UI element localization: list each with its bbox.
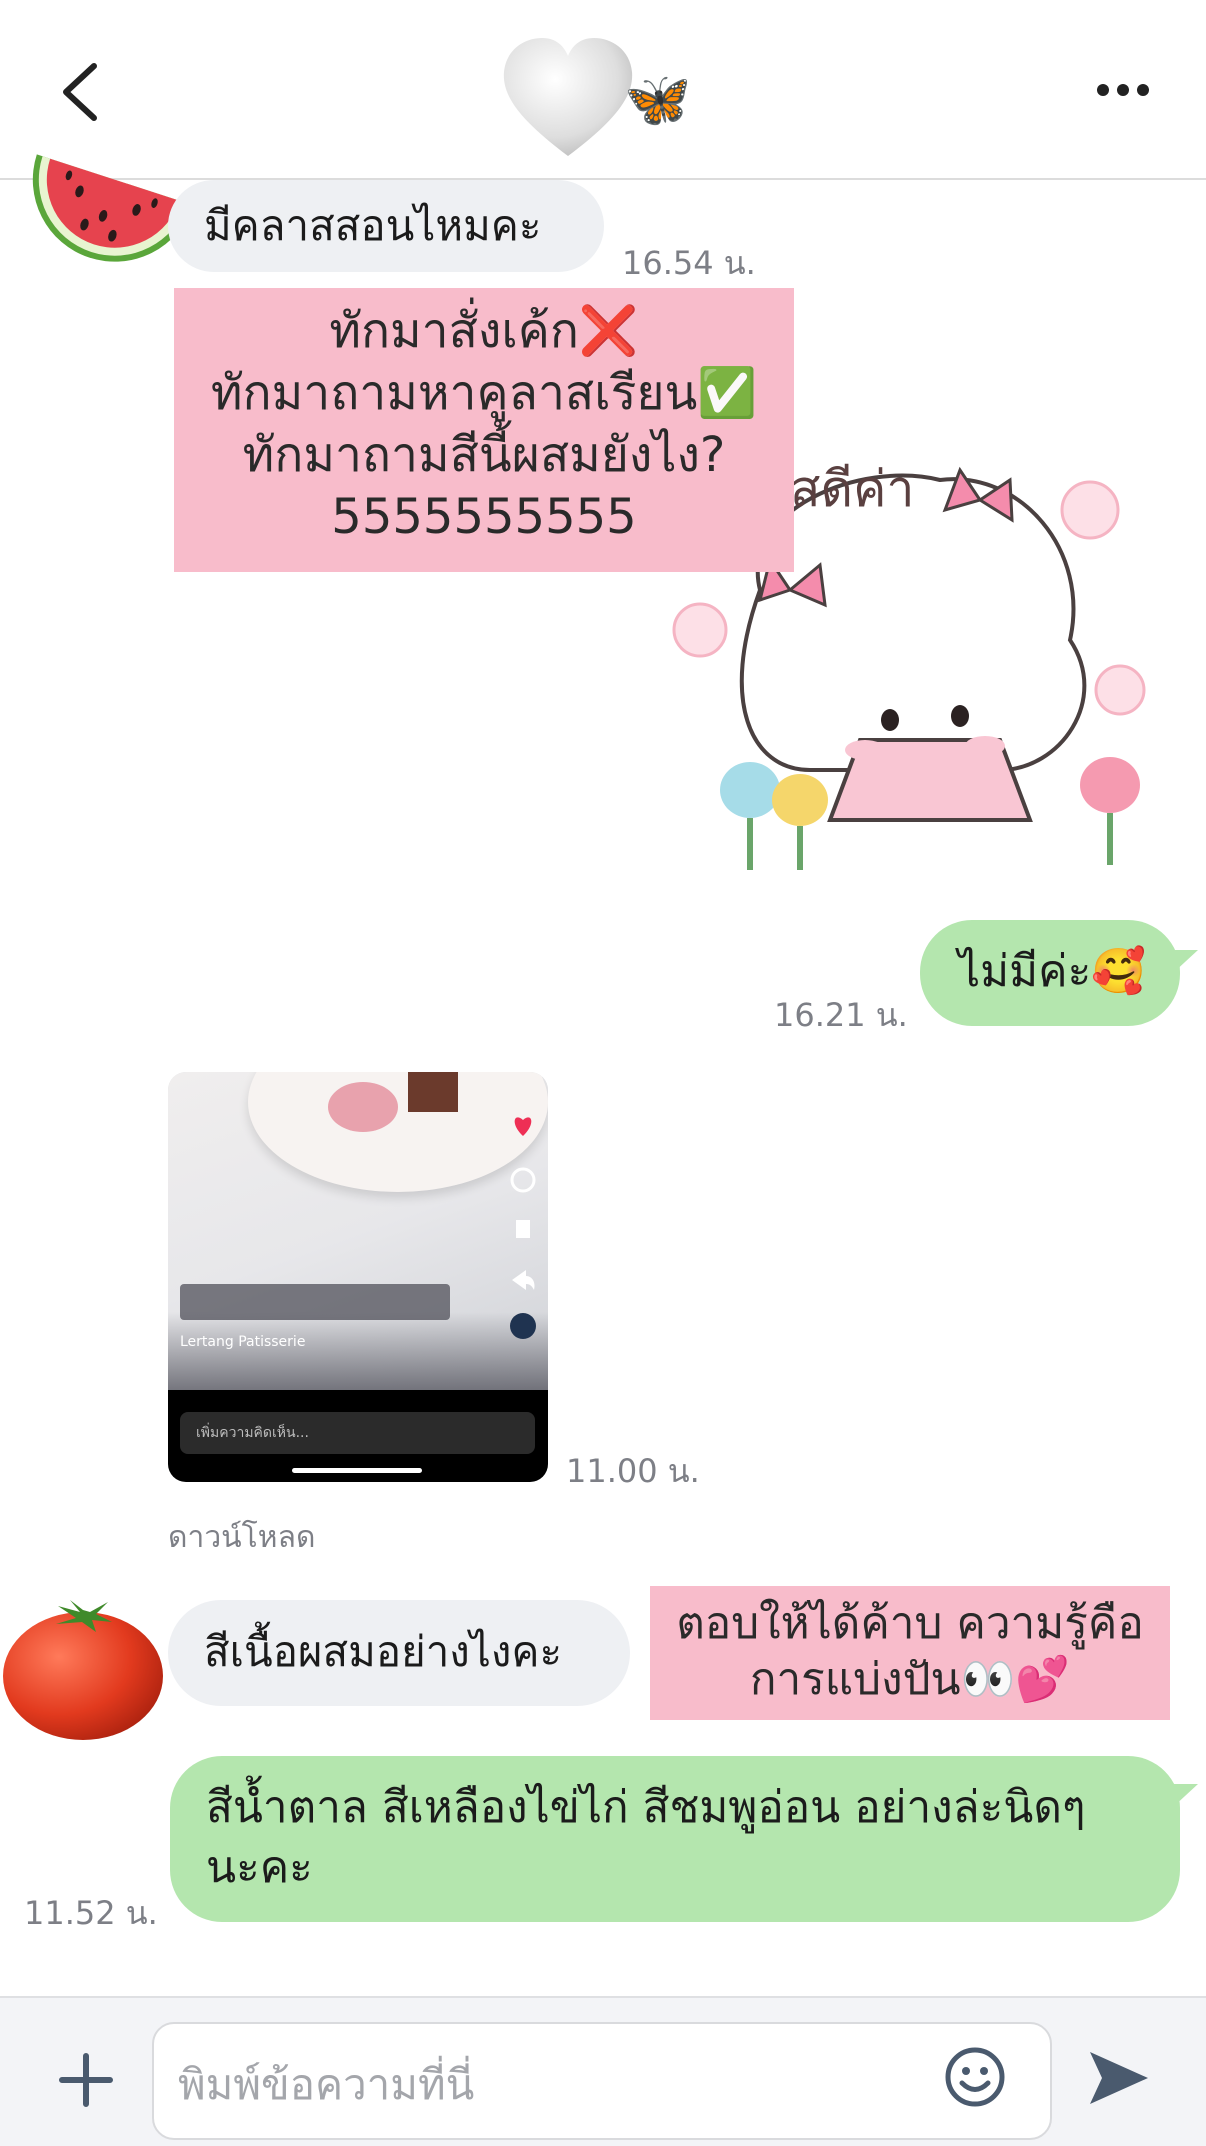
title-emoji: 🦋 (624, 68, 692, 131)
video-comment-placeholder: เพิ่มความคิดเห็น... (196, 1425, 309, 1441)
tomato-icon (3, 1600, 163, 1740)
message-text: สีน้ำตาล สีเหลืองไข่ไก่ สีชมพูอ่อน อย่าง… (206, 1778, 1156, 1898)
plus-icon (59, 2053, 113, 2107)
back-button[interactable] (58, 62, 102, 122)
cake-decoration (328, 1082, 398, 1132)
video-link-bar (180, 1284, 450, 1320)
video-gradient (168, 1312, 548, 1392)
sticker-text: สดีค่า (790, 460, 915, 518)
text-overlay-caption: ทักมาสั่งเค้ก❌ ทักมาถามหาคูลาสเรียน✅ ทัก… (174, 288, 794, 572)
message-time: 16.21 น. (774, 996, 908, 1034)
overlay-line: การแบ่งปัน👀💕 (749, 1654, 1071, 1705)
send-button[interactable] (1086, 2048, 1150, 2108)
watermelon-icon (32, 154, 193, 262)
chat-title: 🦋 (500, 38, 720, 158)
more-horizontal-icon (1097, 84, 1149, 96)
overlay-line: 5555555555 (331, 489, 637, 545)
more-button[interactable] (1096, 80, 1150, 100)
home-indicator (292, 1468, 422, 1473)
overlay-line: ทักมาสั่งเค้ก❌ (329, 303, 639, 359)
message-time: 11.52 น. (24, 1894, 158, 1932)
download-link[interactable]: ดาวน์โหลด (168, 1514, 315, 1561)
message-bubble-incoming[interactable]: มีคลาสสอนไหมคะ (168, 180, 604, 272)
message-time: 11.00 น. (566, 1452, 700, 1490)
message-line: สีน้ำตาล สีเหลืองไข่ไก่ สีชมพูอ่อน อย่าง… (206, 1782, 1086, 1833)
video-side-actions (510, 1117, 536, 1339)
message-bubble-incoming[interactable]: สีเนื้อผสมอย่างไงคะ (168, 1600, 630, 1706)
smiley-icon (945, 2047, 1005, 2107)
emoji-button[interactable] (944, 2046, 1006, 2108)
video-caption-title: Lertang Patisserie (180, 1334, 306, 1350)
watermelon-avatar[interactable] (14, 138, 194, 288)
cake-decoration (408, 1072, 458, 1112)
message-bubble-outgoing[interactable]: ไม่มีค่ะ🥰 (920, 920, 1180, 1026)
message-text: มีคลาสสอนไหมคะ (204, 201, 542, 250)
text-overlay-caption: ตอบให้ได้ค้าบ ความรู้คือ การแบ่งปัน👀💕 (650, 1586, 1170, 1720)
tomato-avatar[interactable] (0, 1592, 166, 1742)
chevron-left-icon (63, 63, 97, 121)
overlay-line: ทักมาถามหาคูลาสเรียน✅ (210, 365, 758, 421)
overlay-line: ทักมาถามสีนี้ผสมยังไง? (242, 427, 726, 483)
bubble-tail (1168, 1784, 1198, 1808)
bubble-tail (1168, 950, 1198, 974)
message-input-placeholder: พิมพ์ข้อความที่นี่ (178, 2060, 475, 2109)
message-text: สีเนื้อผสมอย่างไงคะ (204, 1627, 563, 1676)
message-bubble-outgoing[interactable]: สีน้ำตาล สีเหลืองไข่ไก่ สีชมพูอ่อน อย่าง… (170, 1756, 1180, 1922)
overlay-line: ตอบให้ได้ค้าบ ความรู้คือ (676, 1598, 1144, 1649)
add-button[interactable] (56, 2050, 116, 2110)
send-icon (1090, 2052, 1148, 2104)
message-text: ไม่มีค่ะ🥰 (958, 946, 1146, 997)
video-message-thumbnail[interactable]: Lertang Patisserie เพิ่มความคิดเห็น... (168, 1072, 548, 1482)
message-time: 16.54 น. (622, 244, 756, 282)
message-line: นะคะ (206, 1842, 313, 1893)
